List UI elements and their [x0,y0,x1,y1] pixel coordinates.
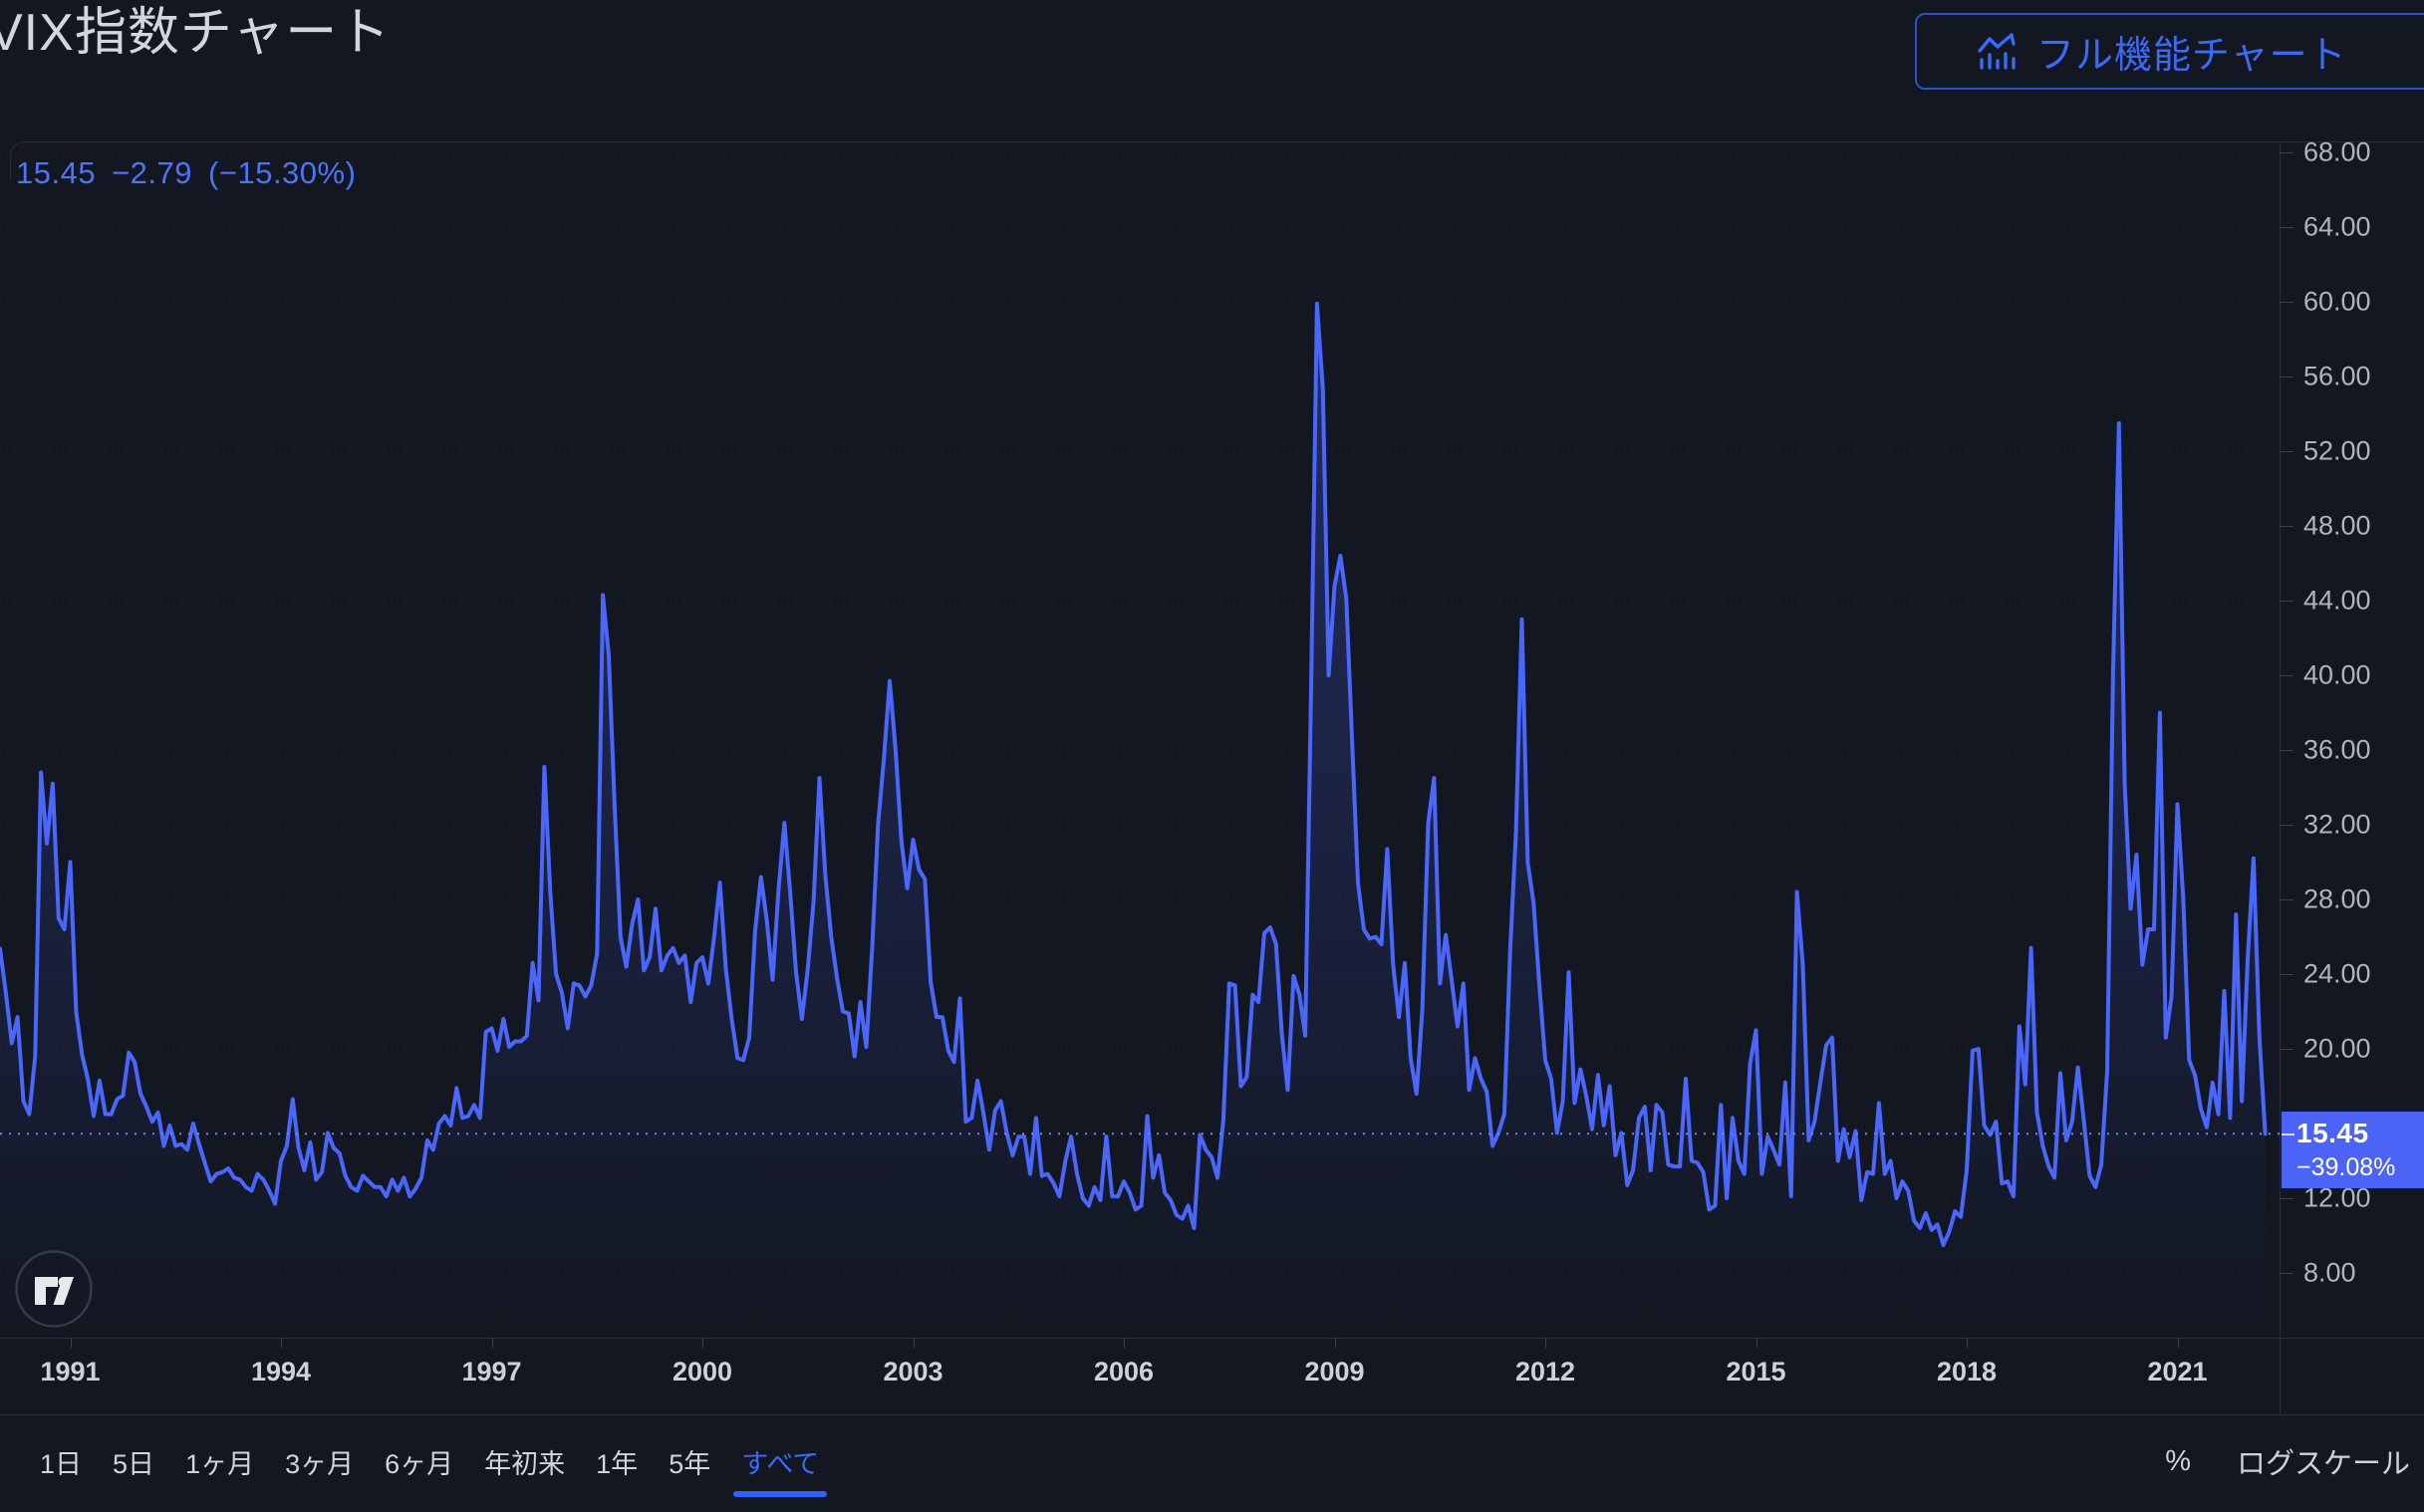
y-axis-label: 20.00 [2303,1033,2371,1064]
y-axis-tick [2280,151,2293,153]
range-button[interactable]: 1日 [38,1440,84,1483]
x-axis-label: 1991 [40,1357,101,1386]
x-axis-tick [1545,1338,1546,1348]
x-axis-tick [1967,1338,1968,1348]
y-axis-tick [2280,600,2293,602]
badge-tick [2282,1134,2294,1135]
y-axis-label: 64.00 [2303,211,2371,242]
y-axis-tick [2280,376,2293,378]
series-line [0,301,2268,1247]
y-axis-label: 32.00 [2303,809,2371,840]
y-axis-label: 40.00 [2303,659,2371,690]
y-axis-tick [2280,450,2293,452]
x-axis-label: 2018 [1936,1357,1998,1386]
full-chart-button[interactable]: フル機能チャート [1915,13,2424,90]
toolbar-divider [0,1414,2424,1415]
tradingview-logo[interactable] [14,1249,94,1329]
range-toolbar: 1日 5日 1ヶ月 3ヶ月 6ヶ月 年初来 1年 5年 すべて [38,1435,828,1497]
range-button[interactable]: 6ヶ月 [383,1440,455,1483]
y-axis-label: 48.00 [2303,510,2371,541]
y-axis-tick [2280,525,2293,527]
log-scale-toggle[interactable]: ログスケール [2237,1440,2410,1482]
x-axis-line [0,1338,2424,1339]
x-axis-tick [1124,1338,1125,1348]
y-axis-tick [2280,824,2293,826]
y-axis-label: 52.00 [2303,435,2371,466]
range-button[interactable]: 1ヶ月 [183,1440,256,1483]
x-axis-tick [1334,1338,1336,1348]
active-range-underline [733,1490,828,1497]
x-axis-label: 2021 [2147,1357,2208,1386]
x-axis-label: 2012 [1514,1357,1576,1386]
scale-controls: % ログスケール [2165,1435,2410,1487]
x-axis-label: 1997 [461,1357,522,1386]
badge-change-percent: −39.08% [2296,1153,2396,1181]
y-axis-label: 36.00 [2303,734,2371,765]
vix-chart-widget: VIX指数チャート フル機能チャート 15.45 −2.79 (−15.30%)… [0,0,2424,1512]
y-axis-label: 24.00 [2303,958,2371,989]
range-button[interactable]: 年初来 [482,1440,567,1483]
range-button[interactable]: 5年 [667,1440,712,1483]
x-axis-tick [913,1338,915,1348]
y-axis-tick [2280,226,2293,228]
y-axis-tick [2280,749,2293,751]
x-axis-tick [702,1338,703,1348]
x-axis-label: 2000 [672,1357,733,1386]
range-button[interactable]: 5日 [111,1440,156,1483]
x-axis-label: 2003 [883,1357,943,1386]
range-button[interactable]: 1年 [594,1440,640,1483]
y-axis-label: 28.00 [2303,883,2371,914]
range-button[interactable]: 3ヶ月 [283,1440,356,1483]
x-axis-label: 1994 [250,1357,312,1386]
x-axis-label: 2015 [1726,1357,1786,1386]
y-axis-label: 8.00 [2303,1257,2356,1288]
x-axis-label: 2009 [1304,1357,1365,1386]
y-axis-tick [2280,674,2293,676]
y-axis-tick [2280,898,2293,900]
badge-price: 15.45 [2296,1118,2369,1148]
y-axis-label: 68.00 [2303,136,2371,167]
y-axis-tick [2280,1048,2293,1050]
y-axis-label: 60.00 [2303,286,2371,317]
series-area-fill [0,303,2266,1338]
range-button[interactable]: すべて [733,1440,828,1497]
y-axis-tick [2280,1272,2293,1274]
chart-line-icon [1975,30,2019,74]
x-axis-tick [1755,1338,1757,1348]
x-axis-tick [281,1338,282,1348]
x-axis-tick [491,1338,493,1348]
x-axis-tick [2177,1338,2179,1348]
y-axis-tick [2280,301,2293,303]
y-axis-label: 44.00 [2303,585,2371,616]
full-chart-button-label: フル機能チャート [2036,35,2347,77]
y-axis-tick [2280,973,2293,975]
y-axis-label: 56.00 [2303,361,2371,391]
price-chart[interactable] [0,142,2280,1338]
y-axis-tick [2280,1197,2293,1199]
page-title: VIX指数チャート [0,4,392,62]
x-axis-tick [70,1338,72,1348]
price-axis-badge: 15.45 −39.08% [2282,1112,2424,1188]
y-axis-line [2280,142,2281,1414]
x-axis-label: 2006 [1093,1357,1155,1386]
percent-scale-toggle[interactable]: % [2165,1445,2191,1478]
